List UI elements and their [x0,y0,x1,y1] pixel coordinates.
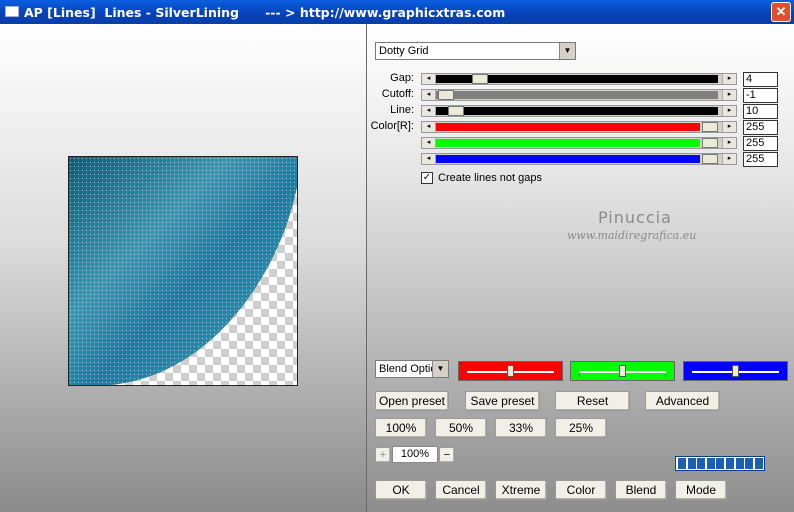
param-slider[interactable]: ◂ ▸ [421,89,737,101]
arrow-left-icon[interactable]: ◂ [422,90,436,100]
arrow-right-icon[interactable]: ▸ [722,106,736,116]
arrow-right-icon[interactable]: ▸ [722,74,736,84]
arrow-left-icon[interactable]: ◂ [422,122,436,132]
progress-bar [675,456,765,471]
green-blend-slider[interactable] [570,361,675,381]
param-label: Color[R]: [370,120,414,132]
slider-thumb[interactable] [448,106,464,116]
blue-blend-knob[interactable] [732,365,739,377]
slider-track [436,107,718,115]
progress-segment [687,458,696,469]
param-slider[interactable]: ◂ ▸ [421,105,737,117]
param-value-field[interactable]: 10 [743,104,778,119]
window-icon [5,6,19,17]
progress-segment [697,458,706,469]
slider-thumb[interactable] [702,138,718,148]
create-lines-label: Create lines not gaps [438,172,542,184]
preview-image [68,156,298,386]
param-value-field[interactable]: 255 [743,136,778,151]
blend-button[interactable]: Blend [615,480,667,500]
ok-button[interactable]: OK [375,480,427,500]
progress-segment [754,458,763,469]
param-label: Cutoff: [381,88,414,100]
progress-segment [745,458,754,469]
param-value-field[interactable]: 255 [743,152,778,167]
param-slider[interactable]: ◂ ▸ [421,121,737,133]
param-slider[interactable]: ◂ ▸ [421,153,737,165]
zoom-50-button[interactable]: 50% [435,418,487,438]
zoom-25-button[interactable]: 25% [555,418,607,438]
reset-button[interactable]: Reset [555,391,630,411]
chevron-down-icon[interactable]: ▼ [559,43,575,59]
blue-blend-slider[interactable] [683,361,788,381]
arrow-right-icon[interactable]: ▸ [722,154,736,164]
window-title: AP [Lines] Lines - SilverLining --- > ht… [24,5,506,20]
create-lines-checkbox[interactable]: ✓ [421,172,433,184]
mode-button[interactable]: Mode [675,480,727,500]
zoom-33-button[interactable]: 33% [495,418,547,438]
red-blend-slider[interactable] [458,361,563,381]
slider-track [436,155,700,163]
save-preset-button[interactable]: Save preset [465,391,540,411]
zoom-out-button[interactable]: − [439,447,455,463]
progress-segment [678,458,686,469]
param-slider[interactable]: ◂ ▸ [421,137,737,149]
param-label: Line: [390,104,414,116]
progress-segment [726,458,734,469]
slider-thumb[interactable] [472,74,488,84]
slider-thumb[interactable] [438,90,454,100]
slider-thumb[interactable] [702,122,718,132]
preview-artwork [69,157,297,385]
progress-segment [706,458,715,469]
arrow-right-icon[interactable]: ▸ [722,122,736,132]
param-label: Gap: [390,72,414,84]
arrow-right-icon[interactable]: ▸ [722,138,736,148]
watermark-url: www.maidiregrafica.eu [567,229,697,242]
check-mark-icon: ✓ [422,172,432,183]
chevron-down-icon[interactable]: ▼ [432,361,448,377]
preset-dropdown[interactable]: Dotty Grid ▼ [375,42,576,60]
zoom-value-field[interactable]: 100% [392,446,438,463]
close-button[interactable]: ✕ [771,2,791,22]
param-value-field[interactable]: 4 [743,72,778,87]
param-value-field[interactable]: 255 [743,120,778,135]
title-bar: AP [Lines] Lines - SilverLining --- > ht… [0,0,794,24]
slider-track [436,139,700,147]
advanced-button[interactable]: Advanced [645,391,720,411]
arrow-left-icon[interactable]: ◂ [422,154,436,164]
blend-options-dropdown[interactable]: Blend Options ▼ [375,360,449,378]
preset-dropdown-value: Dotty Grid [379,45,429,57]
arrow-right-icon[interactable]: ▸ [722,90,736,100]
open-preset-button[interactable]: Open preset [375,391,449,411]
color-button[interactable]: Color [555,480,607,500]
arrow-left-icon[interactable]: ◂ [422,74,436,84]
progress-segment [716,458,725,469]
progress-segment [735,458,744,469]
cancel-button[interactable]: Cancel [435,480,487,500]
param-value-field[interactable]: -1 [743,88,778,103]
slider-thumb[interactable] [702,154,718,164]
slider-track [436,123,700,131]
slider-track [436,91,718,99]
red-blend-knob[interactable] [507,365,514,377]
blend-options-value: Blend Options [379,363,433,375]
arrow-left-icon[interactable]: ◂ [422,138,436,148]
zoom-100-button[interactable]: 100% [375,418,427,438]
param-slider[interactable]: ◂ ▸ [421,73,737,85]
zoom-in-button[interactable]: + [375,447,391,463]
green-blend-knob[interactable] [619,365,626,377]
watermark-name: Pinuccia [598,208,672,227]
xtreme-button[interactable]: Xtreme [495,480,547,500]
arrow-left-icon[interactable]: ◂ [422,106,436,116]
